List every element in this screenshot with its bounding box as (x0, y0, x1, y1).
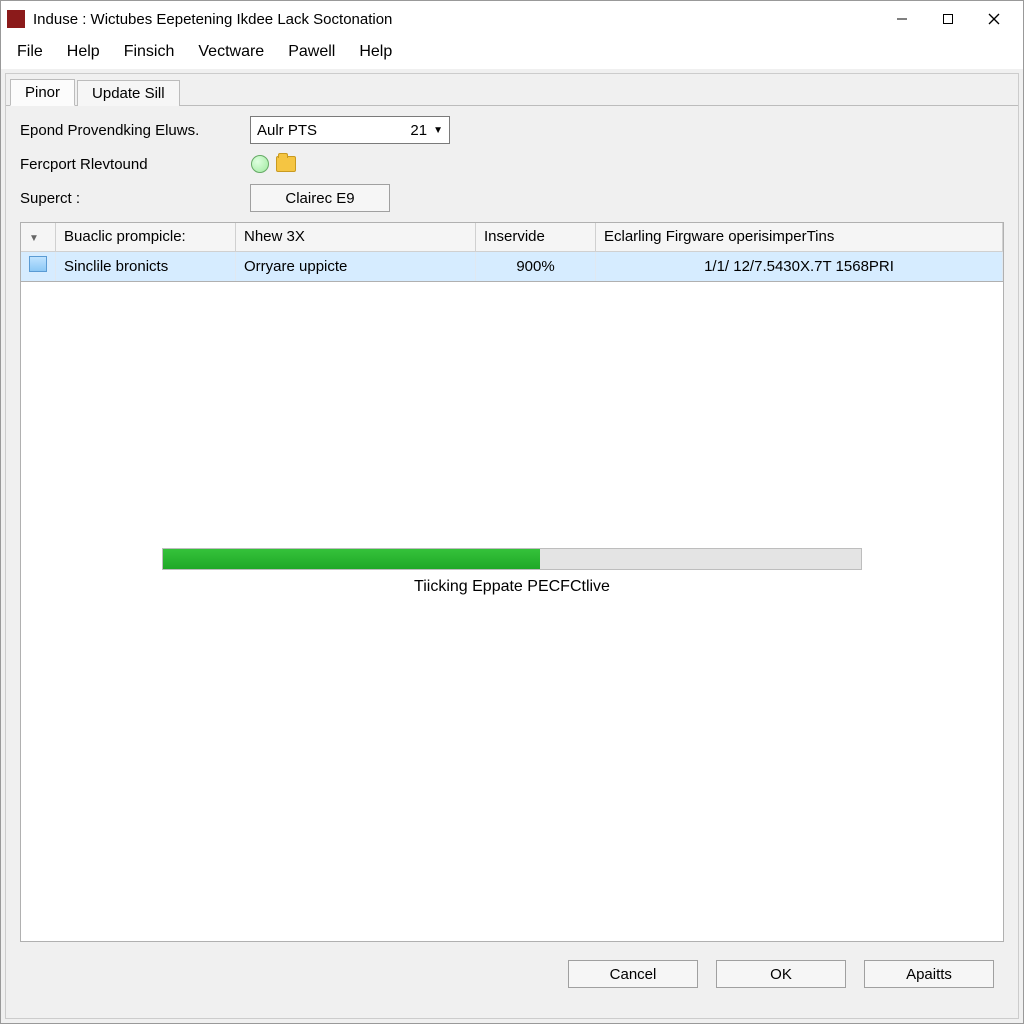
client-area: Pinor Update Sill Epond Provendking Eluw… (5, 73, 1019, 1019)
device-icon (29, 256, 47, 272)
folder-icon[interactable] (276, 154, 296, 174)
minimize-button[interactable] (879, 4, 925, 34)
close-icon (988, 13, 1000, 25)
superct-button-wrap: Clairec E9 (250, 184, 1004, 212)
progress-label: Tiicking Eppate PECFCtlive (414, 578, 610, 596)
cell-inservide: 900% (476, 251, 596, 281)
form-area: Epond Provendking Eluws. Aulr PTS 21 ▼ F… (6, 106, 1018, 218)
main-window: Induse : Wictubes Eepetening Ikdee Lack … (0, 0, 1024, 1024)
dropdown-provendking[interactable]: Aulr PTS 21 ▼ (250, 116, 450, 144)
col-nhew[interactable]: Nhew 3X (236, 223, 476, 251)
tabstrip: Pinor Update Sill (6, 74, 1018, 106)
progress-area: Tiicking Eppate PECFCtlive (20, 282, 1004, 942)
fercport-icons (250, 154, 1004, 174)
clairec-button[interactable]: Clairec E9 (250, 184, 390, 212)
apply-button[interactable]: Apaitts (864, 960, 994, 988)
col-eclarling[interactable]: Eclarling Firgware operisimperTins (596, 223, 1003, 251)
chevron-down-icon: ▼ (433, 125, 443, 136)
menu-help-2[interactable]: Help (349, 41, 402, 63)
row-icon-cell (21, 251, 56, 281)
maximize-button[interactable] (925, 4, 971, 34)
app-icon (7, 10, 25, 28)
menu-vectware[interactable]: Vectware (188, 41, 274, 63)
table-row[interactable]: Sinclile bronicts Orryare uppicte 900% 1… (21, 251, 1003, 281)
window-controls (879, 4, 1017, 34)
tab-update-sill[interactable]: Update Sill (77, 80, 180, 106)
menu-finsich[interactable]: Finsich (114, 41, 185, 63)
cancel-button[interactable]: Cancel (568, 960, 698, 988)
ok-button[interactable]: OK (716, 960, 846, 988)
menu-pawell[interactable]: Pawell (278, 41, 345, 63)
label-provendking: Epond Provendking Eluws. (20, 122, 250, 139)
col-buaclic[interactable]: Buaclic prompicle: (56, 223, 236, 251)
window-title: Induse : Wictubes Eepetening Ikdee Lack … (33, 11, 879, 28)
sort-down-icon: ▼ (29, 233, 39, 244)
dropdown-number: 21 (410, 122, 427, 139)
tab-pinor[interactable]: Pinor (10, 79, 75, 106)
cell-buaclic: Sinclile bronicts (56, 251, 236, 281)
device-table: ▼ Buaclic prompicle: Nhew 3X Inservide E… (20, 222, 1004, 282)
progress-fill (163, 549, 540, 569)
label-superct: Superct : (20, 190, 250, 207)
col-inservide[interactable]: Inservide (476, 223, 596, 251)
progress-bar (162, 548, 862, 570)
minimize-icon (896, 13, 908, 25)
label-fercport: Fercport Rlevtound (20, 156, 250, 173)
cell-eclarling: 1/1/ 12/7.5430X.7T 1568PRI (596, 251, 1003, 281)
menu-help-1[interactable]: Help (57, 41, 110, 63)
footer-buttons: Cancel OK Apaitts (6, 942, 1018, 1018)
dropdown-value: Aulr PTS (257, 122, 410, 139)
menu-file[interactable]: File (7, 41, 53, 63)
maximize-icon (942, 13, 954, 25)
cell-nhew: Orryare uppicte (236, 251, 476, 281)
refresh-icon[interactable] (250, 154, 270, 174)
col-sort[interactable]: ▼ (21, 223, 56, 251)
titlebar: Induse : Wictubes Eepetening Ikdee Lack … (1, 1, 1023, 37)
menubar: File Help Finsich Vectware Pawell Help (1, 37, 1023, 69)
close-button[interactable] (971, 4, 1017, 34)
table-header-row: ▼ Buaclic prompicle: Nhew 3X Inservide E… (21, 223, 1003, 251)
